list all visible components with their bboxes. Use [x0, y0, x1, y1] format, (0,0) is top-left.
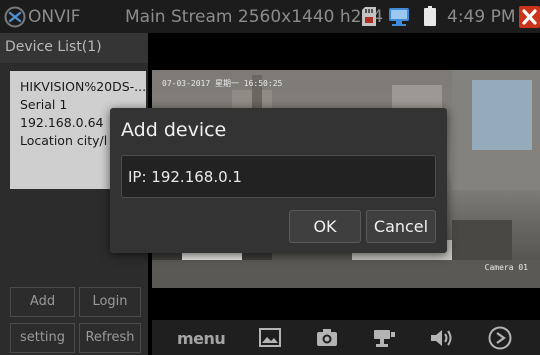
onvif-logo-icon: [4, 6, 26, 28]
close-icon: [522, 9, 537, 25]
ptz-icon[interactable]: [373, 328, 399, 350]
cancel-button[interactable]: Cancel: [366, 210, 436, 243]
stream-info: Main Stream 2560x1440 h264: [125, 7, 384, 27]
refresh-button[interactable]: Refresh: [79, 323, 141, 353]
device-list-header: Device List(1): [0, 33, 148, 63]
battery-icon: [424, 6, 436, 26]
bottom-toolbar: menu: [152, 320, 540, 355]
image-icon[interactable]: [259, 328, 281, 347]
close-button[interactable]: [519, 6, 540, 28]
video-camera-label: Camera 01: [484, 263, 528, 272]
sd-card-icon: [362, 7, 376, 26]
ok-button[interactable]: OK: [289, 210, 361, 243]
login-button[interactable]: Login: [79, 287, 141, 317]
app-name: ONVIF: [28, 7, 81, 27]
volume-icon[interactable]: [430, 328, 456, 348]
setting-button[interactable]: setting: [10, 323, 75, 353]
add-device-dialog: Add device OK Cancel: [110, 108, 447, 253]
camera-icon[interactable]: [316, 328, 338, 347]
play-icon[interactable]: [488, 326, 512, 350]
device-list-title: Device List(1): [5, 39, 102, 55]
ip-input[interactable]: [121, 155, 436, 198]
add-button[interactable]: Add: [10, 287, 75, 317]
clock: 4:49 PM: [447, 7, 516, 27]
video-timestamp: 07-03-2017 星期一 16:50:25: [162, 79, 283, 88]
device-name: HIKVISION%20DS-...: [20, 79, 146, 94]
menu-button[interactable]: menu: [177, 329, 226, 348]
network-icon: [389, 8, 409, 26]
title-bar: ONVIF Main Stream 2560x1440 h264 4:49 PM: [0, 0, 540, 33]
dialog-title: Add device: [121, 119, 227, 141]
